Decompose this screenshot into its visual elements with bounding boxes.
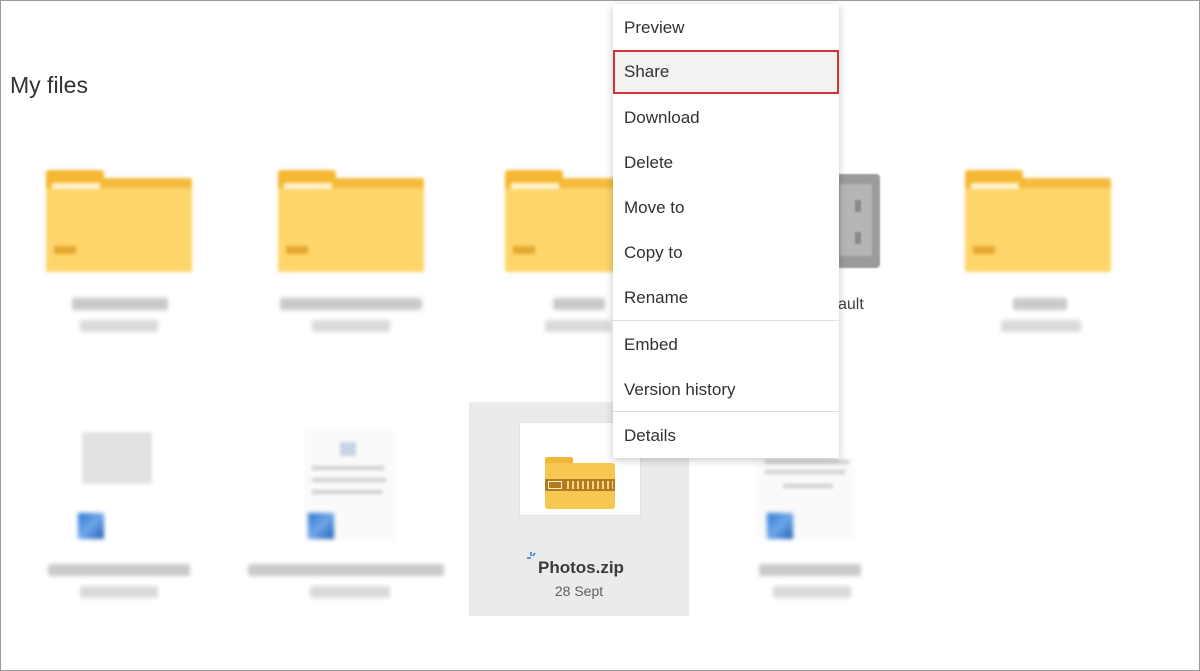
blurred-file-date — [80, 586, 158, 598]
folder-icon — [278, 170, 424, 272]
blurred-file-date — [773, 586, 851, 598]
menu-item-embed[interactable]: Embed — [613, 323, 839, 367]
zip-folder-icon — [545, 457, 615, 509]
document-line — [340, 442, 356, 456]
blurred-folder-date — [545, 320, 611, 332]
file-name[interactable]: Photos.zip — [538, 558, 624, 578]
menu-item-move-to[interactable]: Move to — [613, 186, 839, 230]
menu-item-copy-to[interactable]: Copy to — [613, 231, 839, 275]
blurred-file-name — [48, 564, 190, 576]
document-line — [765, 460, 849, 464]
menu-item-preview[interactable]: Preview — [613, 6, 839, 50]
word-document-icon — [78, 513, 104, 539]
document-thumbnail — [82, 432, 152, 484]
blurred-folder-name — [72, 298, 168, 310]
word-document-icon — [308, 513, 334, 539]
folder-tile[interactable] — [278, 170, 424, 340]
blurred-file-name — [248, 564, 444, 576]
document-line — [312, 478, 386, 482]
file-tile[interactable] — [46, 420, 196, 610]
menu-item-rename[interactable]: Rename — [613, 276, 839, 320]
personal-vault-icon[interactable] — [832, 174, 880, 268]
blurred-folder-date — [312, 320, 390, 332]
blurred-folder-date — [80, 320, 158, 332]
word-document-icon — [767, 513, 793, 539]
document-line — [783, 484, 833, 488]
vault-label: ault — [838, 296, 864, 313]
folder-tile[interactable] — [505, 170, 651, 340]
folder-tile[interactable] — [965, 170, 1111, 340]
menu-item-details[interactable]: Details — [613, 414, 839, 458]
context-menu: Preview Share Download Delete Move to Co… — [613, 4, 839, 458]
document-line — [312, 490, 382, 494]
blurred-file-date — [310, 586, 390, 598]
menu-item-download[interactable]: Download — [613, 96, 839, 140]
file-date: 28 Sept — [554, 583, 604, 599]
blurred-folder-name — [553, 298, 605, 310]
blurred-folder-name — [280, 298, 422, 310]
document-line — [312, 466, 384, 470]
menu-item-share[interactable]: Share — [613, 50, 839, 94]
menu-separator — [613, 320, 839, 321]
folder-icon — [46, 170, 192, 272]
menu-item-version-history[interactable]: Version history — [613, 368, 839, 412]
folder-icon — [965, 170, 1111, 272]
blurred-folder-name — [1013, 298, 1067, 310]
menu-separator — [613, 411, 839, 412]
file-tile[interactable] — [246, 420, 446, 610]
menu-item-delete[interactable]: Delete — [613, 141, 839, 185]
folder-tile[interactable] — [46, 170, 192, 340]
blurred-folder-date — [1001, 320, 1081, 332]
blurred-file-name — [759, 564, 861, 576]
page-title: My files — [10, 72, 88, 98]
document-line — [765, 470, 845, 474]
